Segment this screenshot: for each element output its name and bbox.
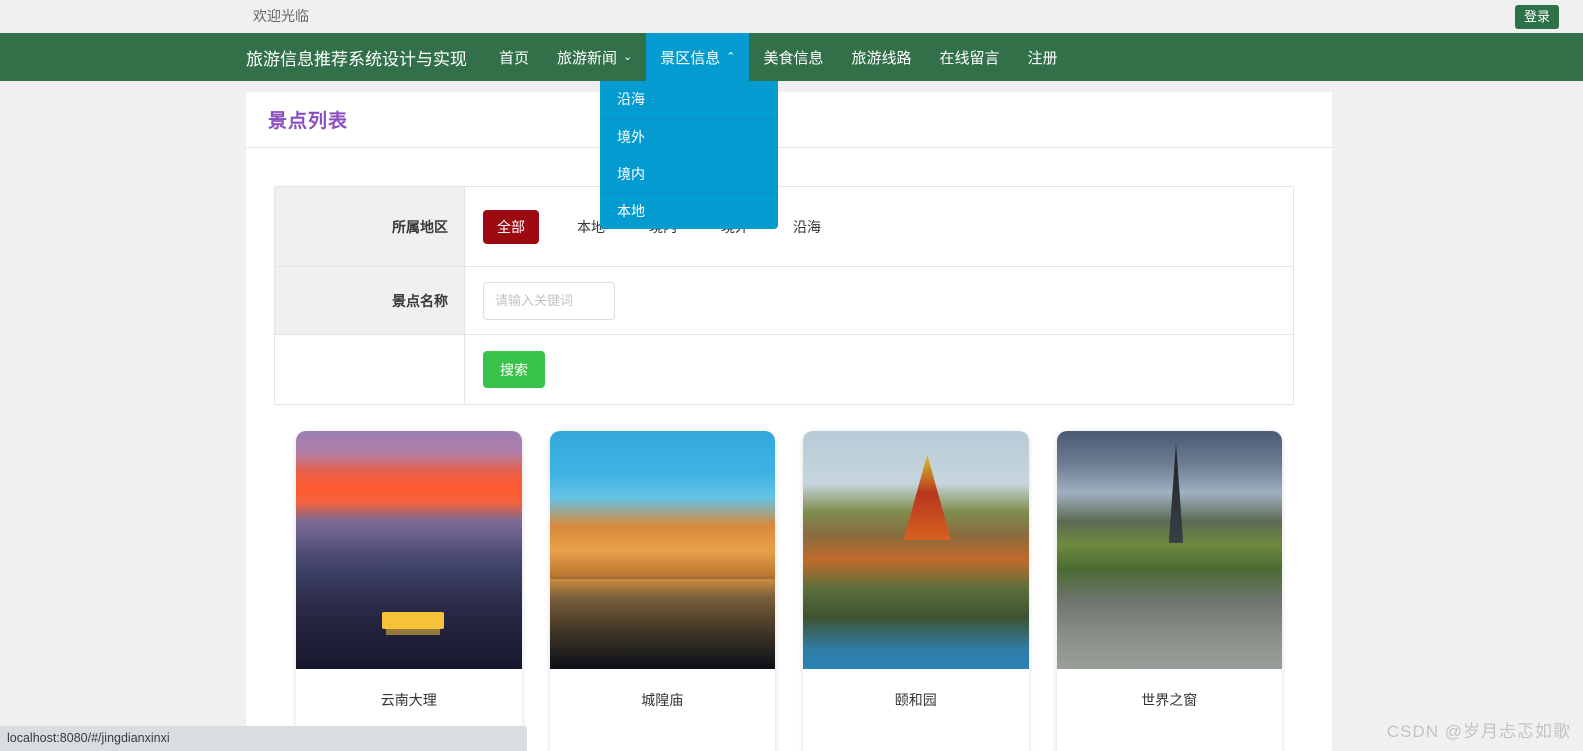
dropdown-item-label: 本地 bbox=[617, 203, 645, 219]
region-chip-all[interactable]: 全部 bbox=[483, 209, 539, 244]
search-form-table: 所属地区 全部 本地 境内 境外 沿海 景点名称 bbox=[274, 186, 1294, 405]
main-navbar: 旅游信息推荐系统设计与实现 首页 旅游新闻 ⌄ 景区信息 ⌃ 美食信息 旅游线路 bbox=[0, 33, 1583, 81]
form-row-submit: 搜索 bbox=[274, 334, 1294, 405]
scenic-card-list: 云南大理 城隍庙 颐和园 世界之窗 bbox=[274, 405, 1304, 751]
scenic-card[interactable]: 城隍庙 bbox=[549, 431, 776, 751]
nav-item-scenic[interactable]: 景区信息 ⌃ bbox=[646, 33, 750, 81]
region-options-cell: 全部 本地 境内 境外 沿海 bbox=[464, 186, 1294, 267]
form-row-name: 景点名称 bbox=[274, 266, 1294, 335]
dropdown-item-coastal[interactable]: 沿海 bbox=[600, 81, 778, 118]
nav-item-label: 旅游线路 bbox=[851, 49, 912, 67]
scenic-thumbnail-image bbox=[1056, 431, 1282, 669]
search-button[interactable]: 搜索 bbox=[483, 351, 545, 388]
chevron-down-icon: ⌄ bbox=[623, 50, 633, 63]
scenic-card[interactable]: 颐和园 bbox=[803, 431, 1029, 751]
page-title: 景点列表 bbox=[268, 111, 349, 132]
dropdown-item-overseas[interactable]: 境外 bbox=[600, 118, 778, 155]
name-label: 景点名称 bbox=[274, 266, 465, 335]
panel-header: 景点列表 bbox=[246, 92, 1332, 148]
scenic-thumbnail-image bbox=[296, 431, 522, 669]
nav-item-label: 旅游新闻 bbox=[557, 49, 618, 67]
scenic-thumbnail-image bbox=[549, 431, 775, 669]
nav-item-label: 美食信息 bbox=[763, 49, 824, 67]
nav-item-label: 在线留言 bbox=[939, 49, 1000, 67]
nav-item-label: 首页 bbox=[499, 49, 530, 67]
nav-item-label: 注册 bbox=[1027, 49, 1058, 67]
dropdown-item-local[interactable]: 本地 bbox=[600, 192, 778, 229]
content-panel: 景点列表 所属地区 全部 本地 境内 境外 沿海 bbox=[246, 92, 1332, 751]
name-input-cell bbox=[464, 266, 1294, 335]
browser-status-bar: localhost:8080/#/jingdianxinxi bbox=[0, 726, 527, 751]
scenic-card-title: 世界之窗 bbox=[1141, 692, 1198, 708]
scenic-card[interactable]: 云南大理 bbox=[296, 431, 522, 751]
card-footer-spacer bbox=[803, 731, 1029, 751]
nav-item-register[interactable]: 注册 bbox=[1014, 33, 1072, 81]
welcome-text: 欢迎光临 bbox=[253, 8, 309, 24]
scenic-dropdown-menu: 沿海 境外 境内 本地 bbox=[600, 81, 778, 229]
dropdown-item-label: 沿海 bbox=[617, 91, 645, 107]
region-label: 所属地区 bbox=[274, 186, 465, 267]
page-root: 欢迎光临 登录 旅游信息推荐系统设计与实现 首页 旅游新闻 ⌄ 景区信息 ⌃ 美… bbox=[0, 0, 1583, 751]
site-brand[interactable]: 旅游信息推荐系统设计与实现 bbox=[246, 33, 467, 81]
nav-item-message[interactable]: 在线留言 bbox=[926, 33, 1014, 81]
dropdown-item-label: 境外 bbox=[617, 129, 645, 145]
dropdown-item-label: 境内 bbox=[617, 166, 645, 182]
card-footer-spacer bbox=[1057, 731, 1283, 751]
nav-item-list: 首页 旅游新闻 ⌄ 景区信息 ⌃ 美食信息 旅游线路 在线留言 注册 bbox=[485, 33, 1072, 81]
card-footer-spacer bbox=[550, 731, 776, 751]
submit-button-cell: 搜索 bbox=[464, 334, 1294, 405]
nav-item-label: 景区信息 bbox=[660, 49, 721, 67]
keyword-input[interactable] bbox=[483, 281, 615, 320]
panel-body: 所属地区 全部 本地 境内 境外 沿海 景点名称 bbox=[246, 148, 1332, 751]
top-welcome-bar: 欢迎光临 登录 bbox=[0, 0, 1583, 33]
region-chip-coastal[interactable]: 沿海 bbox=[783, 210, 831, 244]
form-row-region: 所属地区 全部 本地 境内 境外 沿海 bbox=[274, 186, 1294, 267]
nav-item-home[interactable]: 首页 bbox=[485, 33, 543, 81]
scenic-thumbnail-image bbox=[803, 431, 1029, 669]
scenic-card[interactable]: 世界之窗 bbox=[1056, 431, 1283, 751]
nav-item-news[interactable]: 旅游新闻 ⌄ bbox=[543, 33, 646, 81]
csdn-watermark: CSDN @岁月忐忑如歌 bbox=[1386, 722, 1571, 741]
nav-item-routes[interactable]: 旅游线路 bbox=[838, 33, 926, 81]
navbar-inner: 旅游信息推荐系统设计与实现 首页 旅游新闻 ⌄ 景区信息 ⌃ 美食信息 旅游线路 bbox=[246, 33, 1072, 81]
nav-item-food[interactable]: 美食信息 bbox=[749, 33, 837, 81]
scenic-card-title: 颐和园 bbox=[894, 692, 937, 708]
dropdown-item-domestic[interactable]: 境内 bbox=[600, 155, 778, 192]
scenic-card-title: 城隍庙 bbox=[641, 692, 684, 708]
submit-label-spacer bbox=[274, 334, 465, 405]
login-button[interactable]: 登录 bbox=[1515, 5, 1559, 29]
scenic-card-title: 云南大理 bbox=[380, 692, 437, 708]
chevron-up-icon: ⌃ bbox=[726, 50, 736, 63]
